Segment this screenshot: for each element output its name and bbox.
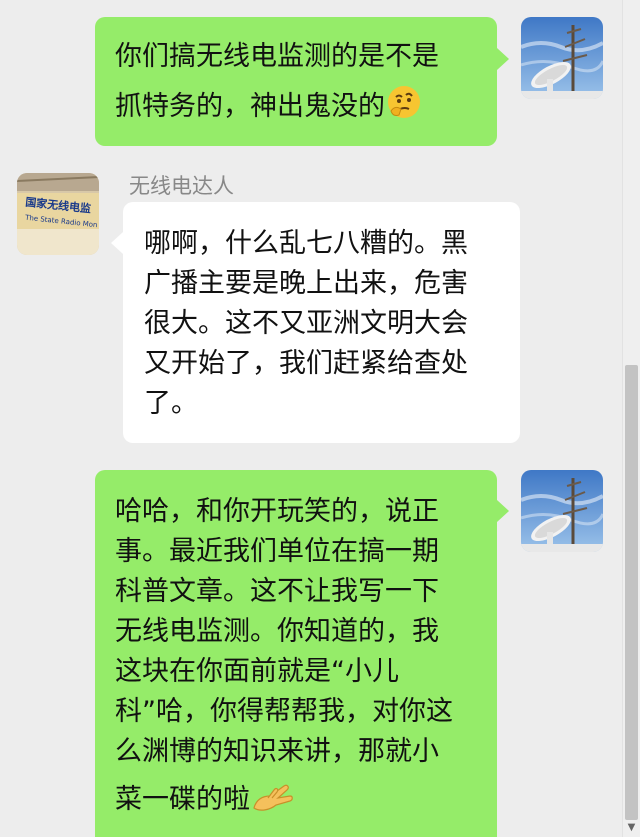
message-line-with-emoji: 菜一碟的啦 <box>115 778 477 826</box>
bubble-tail <box>111 232 123 254</box>
scrollbar-thumb[interactable] <box>625 365 638 820</box>
message-line: 抓特务的，神出鬼没的 <box>115 91 385 122</box>
satellite-dish-icon <box>521 470 603 552</box>
message-line: 科”哈，你得帮帮我，对你这 <box>115 696 453 727</box>
message-line: 菜一碟的啦 <box>115 784 250 815</box>
self-avatar[interactable] <box>521 470 603 552</box>
message-line: 无线电监测。你知道的，我 <box>115 616 439 647</box>
thinking-face-icon <box>385 83 423 133</box>
message-line: 么渊博的知识来讲，那就小 <box>115 736 439 767</box>
pinching-hand-icon <box>250 778 294 826</box>
message-line: 哪啊，什么乱七八糟的。黑 <box>144 228 468 259</box>
message-line: 又开始了，我们赶紧给查处 <box>144 348 468 379</box>
sender-name: 无线电达人 <box>129 174 234 198</box>
message-line: 这块在你面前就是“小儿 <box>115 656 399 687</box>
sent-message-bubble[interactable]: 你们搞无线电监测的是不是 抓特务的，神出鬼没的 <box>95 17 497 146</box>
message-line: 事。最近我们单位在搞一期 <box>115 536 439 567</box>
message-line: 广播主要是晚上出来，危害 <box>144 268 468 299</box>
bubble-tail <box>497 500 509 522</box>
message-line: 了。 <box>144 388 198 419</box>
scroll-down-arrow-icon[interactable]: ▼ <box>625 821 638 835</box>
satellite-dish-icon <box>521 17 603 99</box>
received-message-bubble[interactable]: 哪啊，什么乱七八糟的。黑 广播主要是晚上出来，危害 很大。这不又亚洲文明大会 又… <box>123 202 520 443</box>
message-line: 很大。这不又亚洲文明大会 <box>144 308 468 339</box>
chat-window: 你们搞无线电监测的是不是 抓特务的，神出鬼没的 国家无线电监 The State… <box>0 0 640 837</box>
message-line: 科普文章。这不让我写一下 <box>115 576 439 607</box>
sent-message-bubble[interactable]: 哈哈，和你开玩笑的，说正 事。最近我们单位在搞一期 科普文章。这不让我写一下 无… <box>95 470 497 837</box>
contact-avatar[interactable]: 国家无线电监 The State Radio Mon <box>17 173 99 255</box>
bubble-tail <box>497 48 509 70</box>
message-line-with-emoji: 抓特务的，神出鬼没的 <box>115 83 477 133</box>
building-sign-icon: 国家无线电监 The State Radio Mon <box>17 173 99 255</box>
vertical-scrollbar[interactable]: ▼ <box>622 0 640 837</box>
message-line: 哈哈，和你开玩笑的，说正 <box>115 496 439 527</box>
message-line: 你们搞无线电监测的是不是 <box>115 41 439 72</box>
self-avatar[interactable] <box>521 17 603 99</box>
